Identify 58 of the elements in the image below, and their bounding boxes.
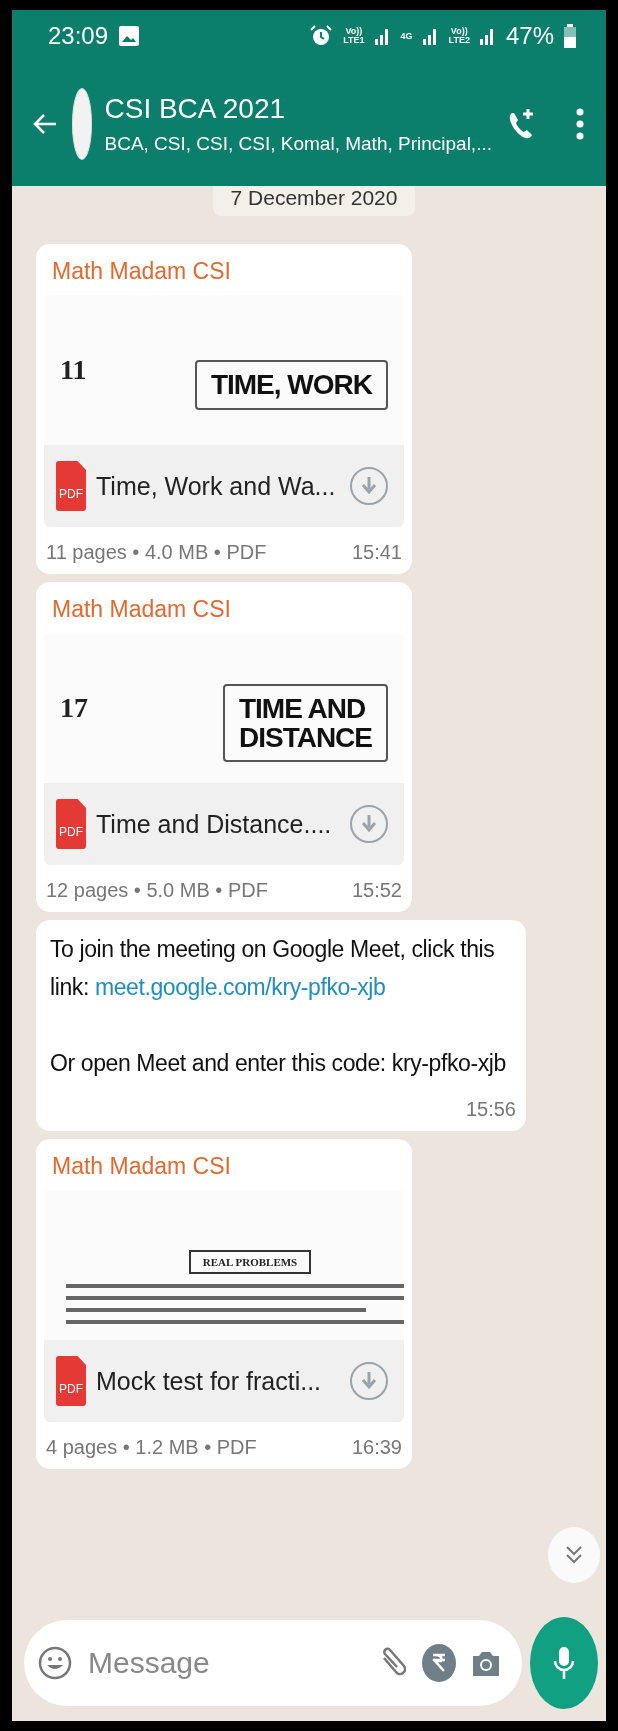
alarm-icon <box>309 24 334 48</box>
document-bar[interactable]: PDF Mock test for fracti... <box>44 1340 404 1422</box>
network-label: 4G <box>400 31 413 41</box>
file-name: Time and Distance.... <box>96 809 333 839</box>
file-info: 12 pages • 5.0 MB • PDF <box>46 879 268 902</box>
chapter-title: TIME, WORK <box>210 370 372 400</box>
network-label: LTE1 <box>343 36 365 45</box>
sender-name: Math Madam CSI <box>51 595 232 624</box>
menu-icon[interactable] <box>576 108 584 140</box>
microphone-icon[interactable] <box>553 1646 575 1680</box>
message-text: To join the meeting on Google Meet, click this link: meet.google.com/kry-pfko-xjb <box>49 935 496 1002</box>
chapter-number: 17 <box>60 692 88 724</box>
battery-icon <box>564 24 576 48</box>
message-time: 15:41 <box>351 541 402 564</box>
file-info: 11 pages • 4.0 MB • PDF <box>46 541 267 564</box>
scroll-down-button[interactable] <box>548 1527 600 1583</box>
chapter-title: TIME AND <box>238 693 367 723</box>
download-arrow-icon[interactable] <box>361 476 377 496</box>
meeting-link[interactable]: meet.google.com/kry-pfko-xjb <box>94 974 386 1000</box>
double-chevron-down-icon[interactable] <box>564 1544 584 1566</box>
download-arrow-icon[interactable] <box>361 814 377 834</box>
participants-list: BCA, CSI, CSI, CSI, Komal, Math, Principal,... <box>104 133 492 155</box>
file-name: Mock test for fracti... <box>96 1366 323 1396</box>
pdf-icon: PDF <box>56 461 86 511</box>
worksheet-heading: REAL PROBLEMS <box>188 1250 312 1274</box>
pdf-icon: PDF <box>56 799 86 849</box>
back-arrow-icon[interactable] <box>32 112 58 136</box>
download-button[interactable] <box>350 1362 388 1400</box>
message-time: 15:52 <box>351 879 402 902</box>
clock: 23:09 <box>48 22 109 50</box>
image-icon <box>118 25 141 47</box>
download-arrow-icon[interactable] <box>361 1371 377 1391</box>
network-label: Vo)) <box>345 27 363 36</box>
signal-icon <box>374 27 391 45</box>
download-button[interactable] <box>350 467 388 505</box>
battery-level: 47% <box>505 22 554 50</box>
message-time: 16:39 <box>351 1436 402 1459</box>
network-label: Vo)) <box>450 27 468 36</box>
message-text: Or open Meet and enter this code: kry-pfko-xjb <box>49 1049 507 1078</box>
date-chip: 7 December 2020 <box>212 186 416 216</box>
sender-name: Math Madam CSI <box>51 257 232 286</box>
signal-icon <box>422 27 439 45</box>
signal-icon <box>479 27 496 45</box>
message-field[interactable]: Message <box>86 1645 362 1681</box>
rupee-icon[interactable] <box>422 1644 456 1682</box>
document-bar[interactable]: PDF Time and Distance.... <box>44 783 404 865</box>
download-button[interactable] <box>350 805 388 843</box>
network-label: LTE2 <box>448 36 470 45</box>
message-time: 15:56 <box>465 1098 516 1121</box>
chapter-title: DISTANCE <box>238 723 372 753</box>
chapter-number: 11 <box>60 354 87 386</box>
emoji-icon[interactable] <box>38 1646 72 1680</box>
chat-title[interactable]: CSI BCA 2021 <box>104 93 492 125</box>
file-name: Time, Work and Wa... <box>96 471 337 501</box>
pdf-icon: PDF <box>56 1356 86 1406</box>
document-bar[interactable]: PDF Time, Work and Wa... <box>44 445 404 527</box>
sender-name: Math Madam CSI <box>51 1152 232 1181</box>
file-info: 4 pages • 1.2 MB • PDF <box>46 1436 257 1459</box>
